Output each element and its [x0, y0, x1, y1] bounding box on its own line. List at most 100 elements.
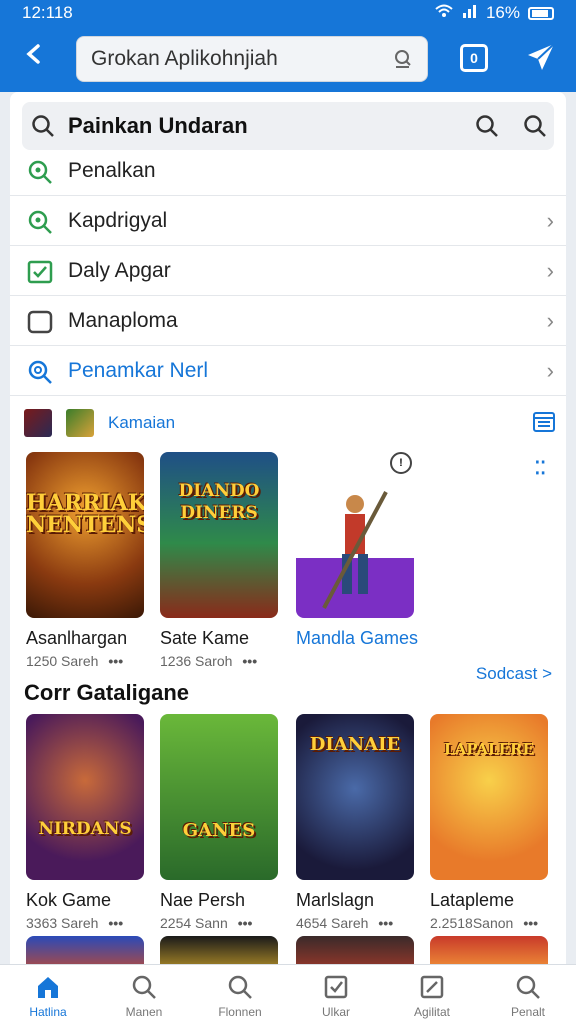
more-options-icon[interactable]: •••	[108, 915, 123, 931]
signal-icon	[462, 3, 478, 23]
game-name: Marlslagn	[296, 890, 375, 910]
see-all-link[interactable]: Sodcast >	[476, 664, 552, 684]
tabs-count: 0	[470, 50, 478, 66]
more-options-icon[interactable]: •••	[523, 915, 538, 931]
search-bar[interactable]	[76, 36, 428, 82]
warrior-figure	[322, 491, 388, 609]
game-size: 4654 Sareh	[296, 915, 369, 931]
suggestion-item[interactable]: Penamkar Nerl ›	[10, 346, 566, 396]
game-card[interactable]: DIANAIE Marlslagn 4654 Sareh •••	[296, 714, 414, 931]
nav-label: Agilitat	[413, 1005, 451, 1019]
home-icon	[38, 977, 58, 998]
back-button[interactable]	[20, 40, 52, 72]
game-card[interactable]: Mandla Games	[296, 452, 418, 649]
nav-item-activity[interactable]: Agilitat	[384, 965, 480, 1024]
game-meta: 2.2518Sanon •••	[430, 915, 548, 931]
checkbox-icon	[324, 975, 348, 999]
game-name: Nae Persh	[160, 890, 246, 910]
more-options-icon[interactable]: •••	[108, 653, 123, 669]
app-bar: 0	[0, 26, 576, 92]
suggestion-item[interactable]: Daly Apgar ›	[10, 246, 566, 296]
game-thumbnail[interactable]: DIANDO DINERS	[160, 452, 278, 618]
nav-item-profile[interactable]: Penalt	[480, 965, 576, 1024]
list-view-icon[interactable]	[532, 410, 556, 439]
search-icon[interactable]	[474, 113, 500, 144]
more-options-icon[interactable]: •••	[378, 915, 393, 931]
suggestion-query-text: Painkan Undaran	[68, 113, 248, 138]
suggestion-label: Manaploma	[68, 308, 178, 332]
game-title-art: HARRIAK NENTENS	[26, 490, 144, 538]
more-options-icon[interactable]: •••	[238, 915, 253, 931]
game-title-art: DIANDO DINERS	[178, 481, 260, 523]
game-size: 1250 Sareh	[26, 653, 99, 669]
nav-label: Flonnen	[218, 1005, 262, 1019]
game-title-art: GANES	[182, 820, 256, 841]
nav-item-updates[interactable]: Ulkar	[288, 965, 384, 1024]
game-card[interactable]: GANES Nae Persh 2254 Sann •••	[160, 714, 278, 931]
wifi-icon	[434, 3, 454, 24]
suggestion-item[interactable]: Manaploma ›	[10, 296, 566, 346]
nav-label: Hatlina	[29, 1005, 67, 1019]
nav-label: Penalt	[510, 1005, 546, 1019]
game-card[interactable]: HARRIAK NENTENS Asanlhargan 1250 Sareh ••…	[26, 452, 144, 669]
battery-percent: 16%	[485, 3, 520, 22]
game-thumbnail[interactable]	[160, 936, 278, 964]
game-thumbnail[interactable]: GANES	[160, 714, 278, 880]
game-name: Sate Kame	[160, 628, 250, 648]
chevron-right-icon: ›	[546, 207, 554, 233]
game-meta: 4654 Sareh •••	[296, 915, 414, 931]
suggestion-item[interactable]: Kapdrigyal ›	[10, 196, 566, 246]
game-card[interactable]: DIANDO DINERS Sate Kame 1236 Saroh •••	[160, 452, 278, 669]
status-icons: 16%	[434, 3, 554, 24]
game-card[interactable]: LAPALERE Latapleme 2.2518Sanon •••	[430, 714, 548, 931]
nav-label: Ulkar	[321, 1005, 350, 1019]
suggestion-label: Kapdrigyal	[68, 208, 168, 232]
search-icon	[26, 358, 54, 386]
document-icon	[26, 308, 54, 336]
nav-item-home[interactable]: Hatlina	[0, 965, 96, 1024]
info-badge-icon[interactable]: !	[390, 452, 412, 474]
game-card[interactable]: NIRDANS Kok Game 3363 Sareh •••	[26, 714, 144, 931]
game-thumbnail[interactable]: HARRIAK NENTENS	[26, 452, 144, 618]
recent-apps-row[interactable]: Kamaian	[24, 406, 564, 440]
game-meta: 1250 Sareh •••	[26, 653, 144, 669]
search-input[interactable]	[91, 47, 381, 71]
game-thumbnail[interactable]	[296, 452, 414, 618]
section-title: Corr Gataligane	[24, 680, 190, 705]
bottom-navigation: Hatlina Manen Flonnen Ulkar Agilitat Pen…	[0, 964, 576, 1024]
game-thumbnail[interactable]: LAPALERE	[430, 714, 548, 880]
game-meta: 2254 Sann •••	[160, 915, 278, 931]
back-arrow-icon	[26, 44, 40, 64]
suggestion-item[interactable]: Penalkan	[10, 146, 566, 196]
nav-item-browse[interactable]: Flonnen	[192, 965, 288, 1024]
search-icon[interactable]	[522, 113, 548, 144]
search-suggestions-panel: Painkan Undaran Penalkan Kapdrigyal › Da…	[10, 92, 566, 964]
game-thumbnail[interactable]	[26, 936, 144, 964]
more-options-icon[interactable]: •••	[242, 653, 257, 669]
nav-item-search[interactable]: Manen	[96, 965, 192, 1024]
game-meta: 3363 Sareh •••	[26, 915, 144, 931]
suggestion-query-row[interactable]: Painkan Undaran	[22, 102, 554, 150]
game-name: Latapleme	[430, 890, 515, 910]
edit-icon	[420, 975, 444, 999]
game-title-art: NIRDANS	[38, 819, 132, 839]
voice-search-icon[interactable]	[391, 47, 415, 71]
search-icon	[26, 158, 54, 186]
share-button[interactable]	[524, 40, 558, 74]
game-name: Asanlhargan	[26, 628, 128, 648]
search-icon	[26, 208, 54, 236]
game-thumbnail[interactable]	[296, 936, 414, 964]
app-thumbnail[interactable]	[66, 409, 94, 437]
app-thumbnail[interactable]	[24, 409, 52, 437]
game-name: Kok Game	[26, 890, 112, 910]
game-thumbnail[interactable]: NIRDANS	[26, 714, 144, 880]
game-size: 1236 Saroh	[160, 653, 233, 669]
chevron-right-icon: ›	[546, 357, 554, 383]
search-icon	[32, 115, 54, 137]
tabs-button[interactable]: 0	[460, 44, 488, 72]
chevron-right-icon: ›	[546, 257, 554, 283]
game-thumbnail[interactable]: DIANAIE	[296, 714, 414, 880]
suggestion-label: Daly Apgar	[68, 258, 171, 282]
more-options-icon[interactable]: ⁚⁚	[535, 458, 546, 479]
game-thumbnail[interactable]	[430, 936, 548, 964]
